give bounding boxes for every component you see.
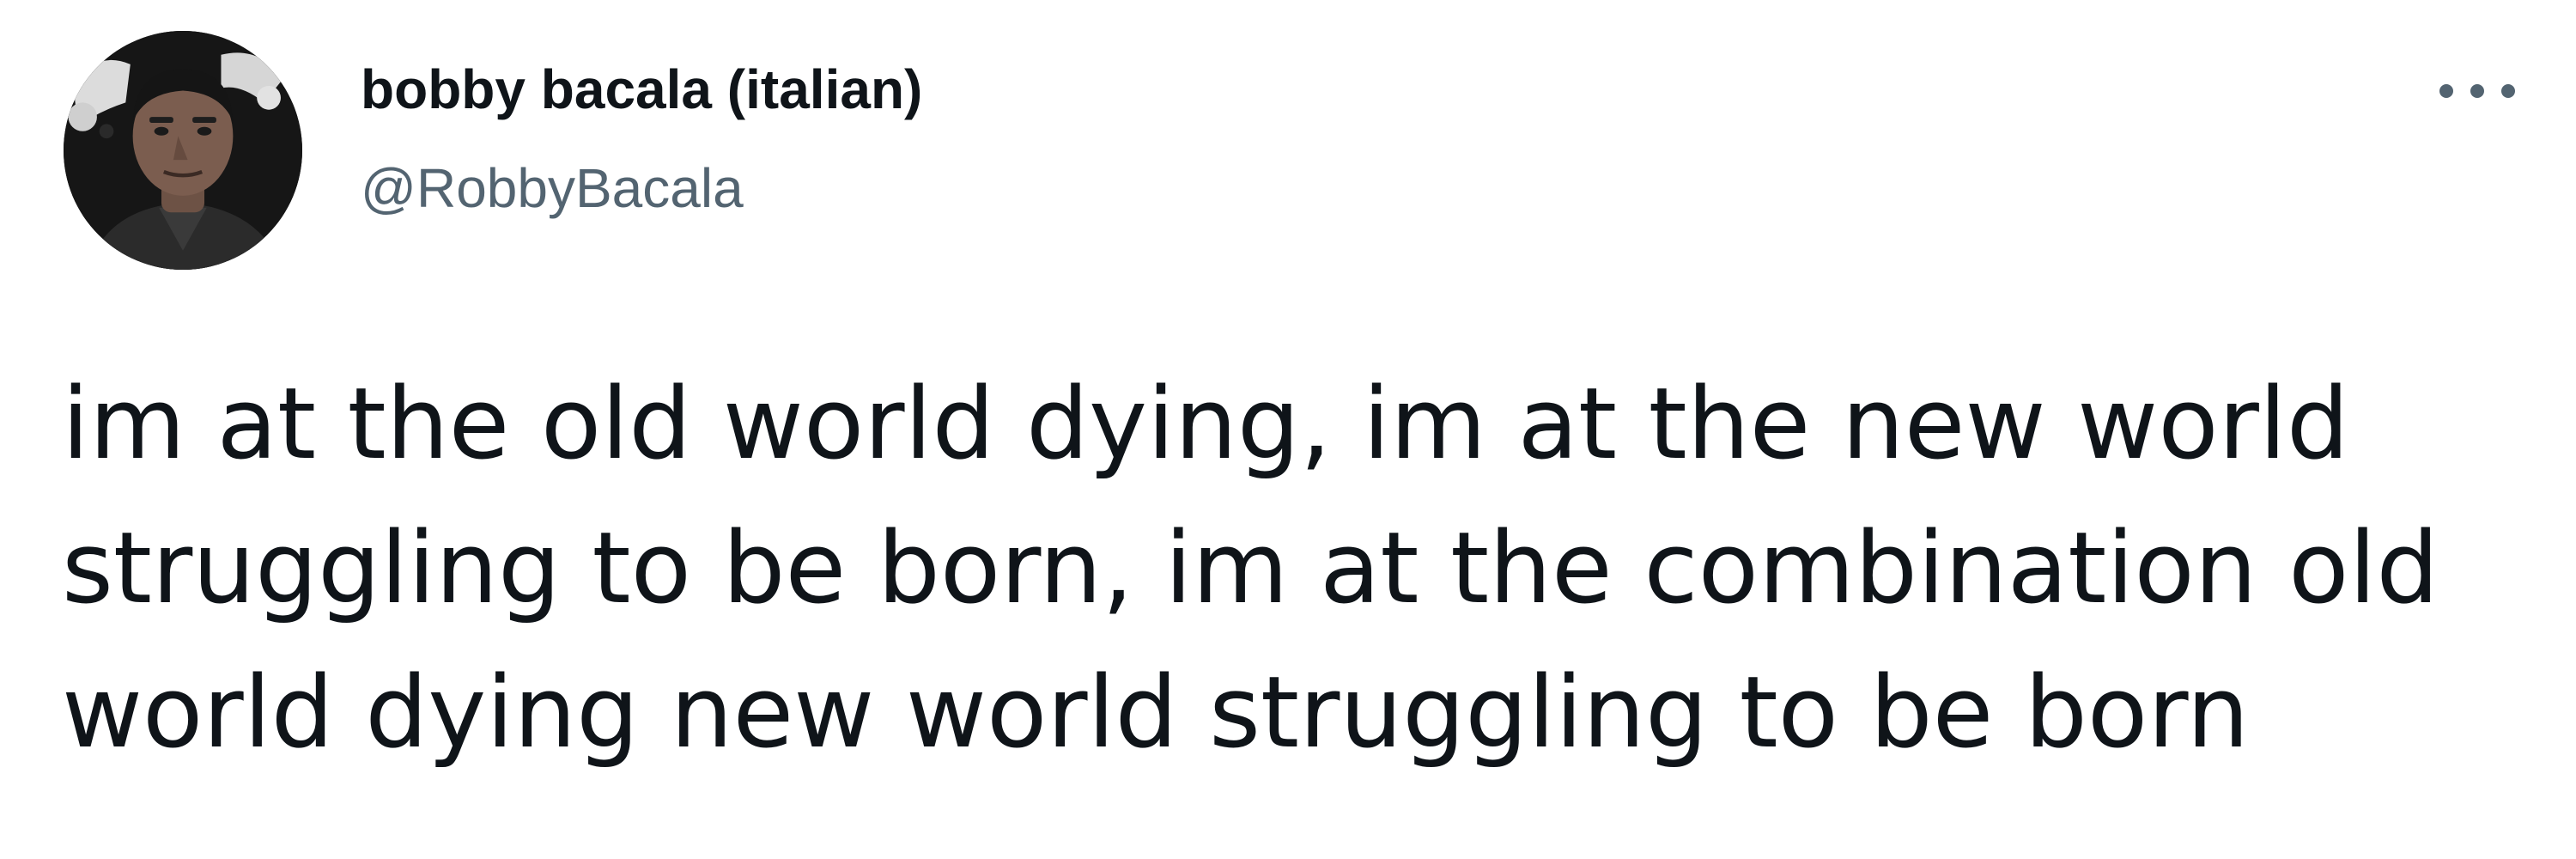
author-handle[interactable]: @RobbyBacala bbox=[361, 155, 744, 221]
more-options-icon bbox=[2439, 84, 2515, 98]
profile-photo-icon bbox=[64, 31, 302, 270]
author-display-name[interactable]: bobby bacala (italian) bbox=[361, 57, 922, 122]
author-avatar[interactable] bbox=[64, 31, 302, 270]
tweet-card: bobby bacala (italian) @RobbyBacala im a… bbox=[0, 0, 2576, 859]
tweet-text: im at the old world dying, im at the new… bbox=[62, 367, 2439, 771]
more-options-button[interactable] bbox=[2430, 57, 2524, 125]
